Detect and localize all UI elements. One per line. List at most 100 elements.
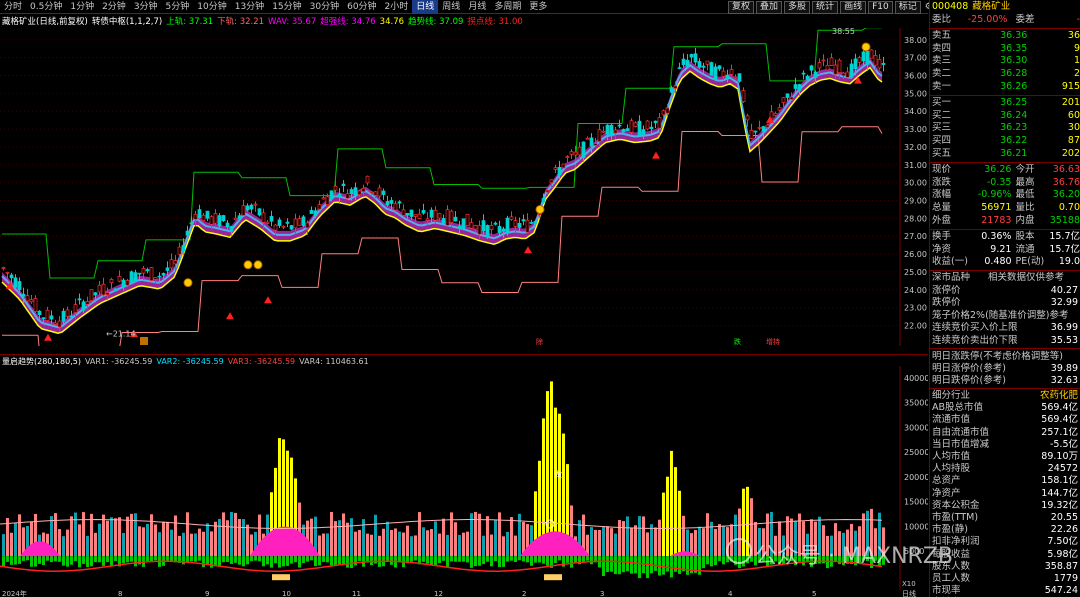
candle-body	[541, 198, 546, 203]
limits-label: 涨停价	[932, 284, 961, 296]
bids-price: 36.24	[1000, 109, 1028, 121]
industry-row: 细分行业 农药化肥	[930, 390, 1080, 402]
candle-body	[405, 213, 410, 216]
fundamentals-row: 市盈(静) 22.26	[930, 524, 1080, 536]
candle-body	[241, 205, 246, 216]
bids-row[interactable]: 买二 36.24 60	[930, 110, 1080, 123]
negative-volume-bar	[526, 556, 529, 563]
period-tab[interactable]: 1分钟	[66, 0, 98, 14]
candle-body	[49, 315, 54, 320]
fundamentals-row: 市现率 547.24	[930, 585, 1080, 597]
legend-item: 超强线: 34.76	[320, 17, 376, 27]
candle-body	[685, 59, 690, 67]
tool-button[interactable]: F10	[868, 1, 893, 14]
panel-title: 000408 藏格矿业	[930, 0, 1080, 14]
period-tab[interactable]: 3分钟	[130, 0, 162, 14]
period-tab[interactable]: 15分钟	[268, 0, 305, 14]
volume-bar	[486, 516, 489, 557]
fundamentals-label: 市盈(TTM)	[932, 511, 979, 523]
candle-body	[421, 210, 426, 214]
volume-bar	[454, 522, 457, 557]
asks-row[interactable]: 卖二 36.28 2	[930, 68, 1080, 81]
tool-button[interactable]: 复权	[728, 1, 755, 14]
volume-bar	[654, 527, 657, 557]
period-tab[interactable]: 2分钟	[98, 0, 130, 14]
bids-row[interactable]: 买四 36.22 87	[930, 135, 1080, 148]
volume-bar	[74, 512, 77, 557]
negative-volume-bar	[26, 556, 29, 561]
candle-body	[261, 212, 266, 223]
candle-body	[185, 230, 190, 236]
volume-bar	[242, 519, 245, 557]
vol-indicator-name[interactable]: 量启趋势(280,180,5)	[2, 356, 81, 367]
coin-marker	[183, 278, 193, 288]
candle-body	[257, 208, 262, 216]
candle-body	[97, 284, 102, 293]
tool-button[interactable]: 统计	[812, 1, 839, 14]
period-tab[interactable]: 周线	[438, 0, 464, 14]
negative-volume-bar	[670, 556, 673, 578]
industry-value[interactable]: 农药化肥	[1012, 390, 1080, 402]
asks-row[interactable]: 卖五 36.36 36	[930, 30, 1080, 43]
lower-band-line	[2, 126, 883, 346]
candle-body	[553, 167, 558, 170]
tool-button[interactable]: 画线	[840, 1, 867, 14]
volume-bar	[630, 527, 633, 557]
period-tab[interactable]: 60分钟	[343, 0, 380, 14]
candle-body	[657, 117, 662, 129]
trend-ribbon	[2, 57, 882, 334]
period-tab[interactable]: 更多	[525, 0, 551, 14]
tool-button[interactable]: 多股	[784, 1, 811, 14]
volume-bar	[642, 516, 645, 557]
quote-row: 总量 56971 量比 0.70	[930, 202, 1080, 215]
indicator-name[interactable]: 转债中枢(1,1,2,7)	[92, 15, 162, 27]
volume-bar	[462, 532, 465, 557]
candle-body	[93, 292, 98, 296]
negative-volume-bar	[454, 556, 457, 562]
bids-row[interactable]: 买五 36.21 202	[930, 148, 1080, 161]
volume-bar	[410, 536, 413, 557]
period-tab[interactable]: 10分钟	[193, 0, 230, 14]
bids-row[interactable]: 买一 36.25 201	[930, 97, 1080, 110]
quote-value2: 0.70	[1058, 202, 1080, 214]
fundamentals-label: 流通市值	[932, 414, 971, 426]
negative-volume-bar	[194, 556, 197, 562]
asks-row[interactable]: 卖四 36.35 9	[930, 43, 1080, 56]
negative-volume-bar	[314, 556, 317, 567]
buy-signal-marker	[264, 296, 272, 304]
period-tab[interactable]: 13分钟	[231, 0, 268, 14]
period-tab[interactable]: 2小时	[381, 0, 413, 14]
candle-body	[801, 72, 806, 75]
candle-body	[109, 279, 114, 284]
period-tab[interactable]: 多周期	[490, 0, 525, 14]
volume-bar	[506, 531, 509, 557]
period-tab[interactable]: 0.5分钟	[26, 0, 66, 14]
period-tab[interactable]: 5分钟	[162, 0, 194, 14]
candle-body	[145, 269, 150, 272]
negative-volume-bar	[626, 556, 629, 572]
bids-row[interactable]: 买三 36.23 30	[930, 122, 1080, 135]
candlestick-chart[interactable]: 38.00 37.00 36.00 35.00 34.00 33.00 32.00 31.00…	[0, 28, 928, 346]
period-tab[interactable]: 日线	[412, 0, 439, 14]
volume-bar	[446, 534, 449, 557]
candle-body	[349, 189, 354, 195]
period-tab[interactable]: 30分钟	[306, 0, 343, 14]
negative-volume-bar	[470, 556, 473, 568]
separator	[930, 94, 1080, 96]
candle-body	[573, 151, 578, 156]
asks-row[interactable]: 卖一 36.26 915	[930, 81, 1080, 94]
candle-body	[641, 129, 646, 135]
candle-body	[673, 85, 678, 89]
negative-volume-bar	[606, 556, 609, 572]
period-tab[interactable]: 月线	[464, 0, 490, 14]
asks-price: 36.28	[1000, 68, 1028, 80]
tool-button[interactable]: 叠加	[756, 1, 783, 14]
negative-volume-bar	[58, 556, 61, 562]
candle-body	[849, 63, 854, 78]
period-tab[interactable]: 分时	[0, 0, 26, 14]
tool-button[interactable]: 标记	[894, 1, 921, 14]
negative-volume-bar	[678, 556, 681, 574]
candle-body	[881, 63, 886, 65]
candle-body	[325, 196, 330, 205]
asks-row[interactable]: 卖三 36.30 1	[930, 55, 1080, 68]
